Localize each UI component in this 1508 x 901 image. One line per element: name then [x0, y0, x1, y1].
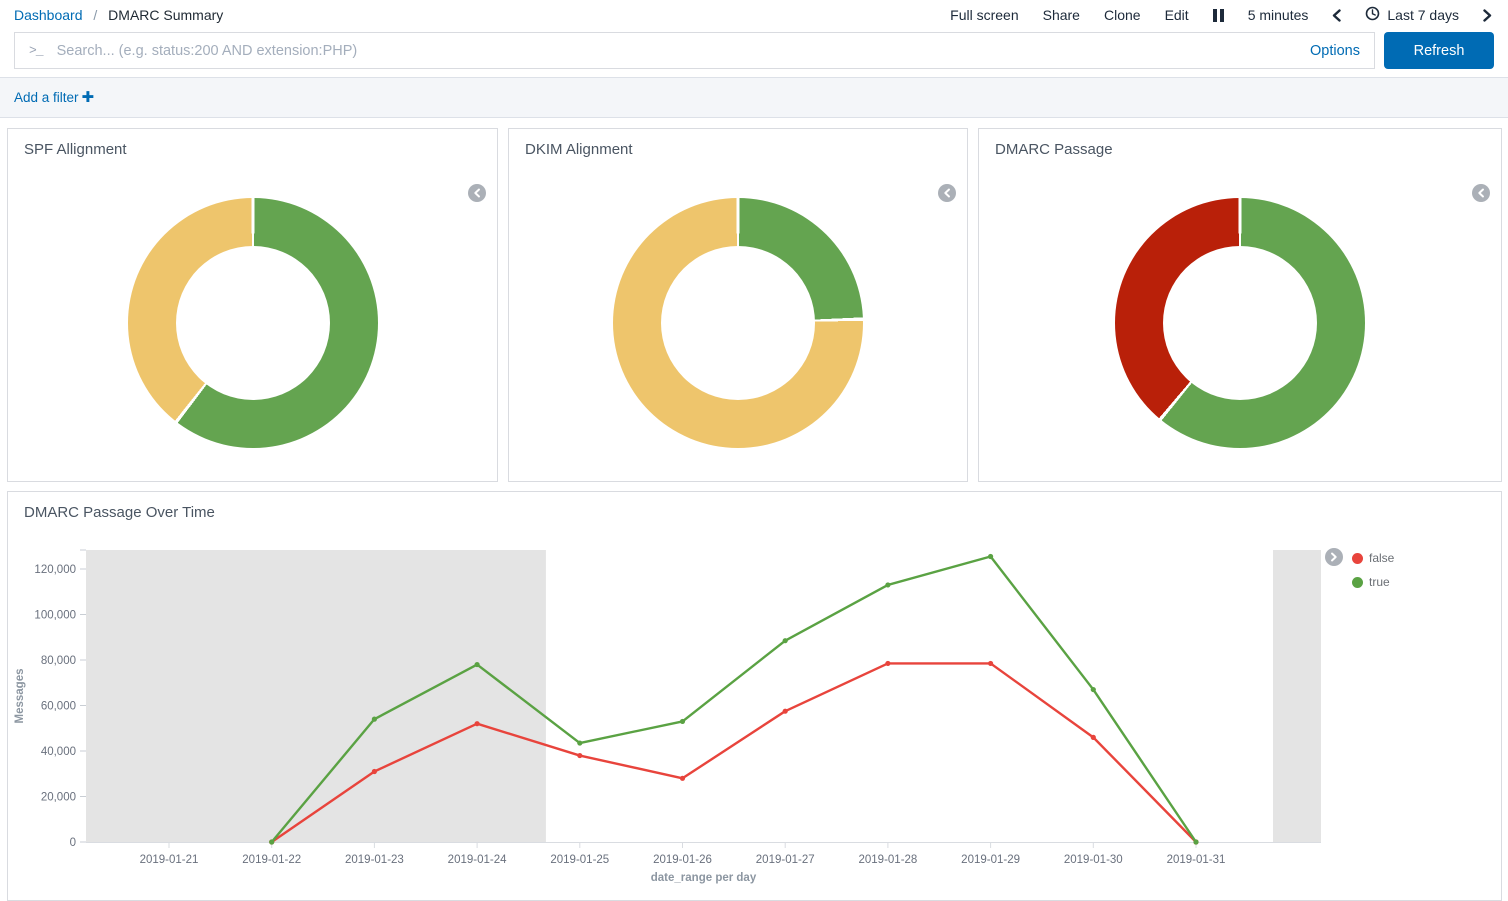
- time-back-button[interactable]: [1332, 9, 1341, 22]
- chart-legend: false true: [1352, 551, 1394, 589]
- full-screen-button[interactable]: Full screen: [950, 7, 1018, 23]
- legend-label: false: [1369, 551, 1394, 565]
- toolbar-menu: Full screen Share Clone Edit 5 minutes L…: [950, 6, 1492, 24]
- svg-text:Messages: Messages: [14, 669, 26, 724]
- clock-icon: [1365, 6, 1380, 24]
- panel-dkim-alignment: DKIM Alignment: [508, 128, 968, 482]
- top-bar: Dashboard / DMARC Summary Full screen Sh…: [0, 0, 1508, 26]
- svg-text:2019-01-26: 2019-01-26: [653, 854, 712, 866]
- panel-title: SPF Allignment: [8, 129, 497, 158]
- collapse-legend-icon[interactable]: [938, 184, 956, 202]
- dashboard-grid: SPF Allignment DKIM Alignment DMARC Pass…: [0, 118, 1508, 901]
- svg-text:80,000: 80,000: [41, 655, 76, 667]
- donut-hole: [176, 246, 330, 400]
- donut-hole: [661, 246, 815, 400]
- panel-title: DMARC Passage: [979, 129, 1501, 158]
- donut-hole: [1163, 246, 1317, 400]
- svg-text:0: 0: [70, 837, 76, 849]
- refresh-interval-button[interactable]: 5 minutes: [1248, 7, 1309, 23]
- svg-text:2019-01-31: 2019-01-31: [1167, 854, 1226, 866]
- svg-text:2019-01-29: 2019-01-29: [961, 854, 1020, 866]
- edit-button[interactable]: Edit: [1165, 7, 1189, 23]
- filter-bar: Add a filter✚: [0, 77, 1508, 118]
- svg-text:2019-01-24: 2019-01-24: [448, 854, 507, 866]
- legend-dot-false: [1352, 553, 1363, 564]
- search-row: >_ Options Refresh: [0, 26, 1508, 77]
- donut-chart-spf[interactable]: [128, 198, 378, 448]
- donut-chart-dkim[interactable]: [613, 198, 863, 448]
- panel-title: DMARC Passage Over Time: [8, 492, 1501, 521]
- refresh-button[interactable]: Refresh: [1384, 32, 1494, 69]
- svg-text:2019-01-23: 2019-01-23: [345, 854, 404, 866]
- svg-text:100,000: 100,000: [34, 610, 76, 622]
- time-range-picker[interactable]: Last 7 days: [1365, 6, 1459, 24]
- svg-text:2019-01-30: 2019-01-30: [1064, 854, 1123, 866]
- clone-button[interactable]: Clone: [1104, 7, 1141, 23]
- chevron-right-icon: [1483, 9, 1492, 22]
- collapse-legend-icon[interactable]: [468, 184, 486, 202]
- breadcrumb: Dashboard / DMARC Summary: [14, 7, 223, 23]
- panel-title: DKIM Alignment: [509, 129, 967, 158]
- pause-icon: [1213, 9, 1224, 22]
- svg-text:2019-01-25: 2019-01-25: [550, 854, 609, 866]
- panel-spf-alignment: SPF Allignment: [7, 128, 498, 482]
- svg-text:2019-01-28: 2019-01-28: [858, 854, 917, 866]
- search-box: >_ Options: [14, 32, 1375, 69]
- options-link[interactable]: Options: [1310, 43, 1360, 59]
- legend-dot-true: [1352, 577, 1363, 588]
- donut-chart-dmarc[interactable]: [1115, 198, 1365, 448]
- time-forward-button[interactable]: [1483, 9, 1492, 22]
- svg-text:120,000: 120,000: [34, 564, 76, 576]
- line-chart: 0 20,000 40,000 60,000 80,000 100,000 120,000 2…: [8, 492, 1501, 900]
- search-input[interactable]: [55, 42, 1310, 60]
- svg-text:date_range per day: date_range per day: [651, 872, 757, 884]
- breadcrumb-dashboard-link[interactable]: Dashboard: [14, 7, 83, 23]
- svg-text:60,000: 60,000: [41, 701, 76, 713]
- expand-legend-icon[interactable]: [1325, 548, 1343, 566]
- time-range-label: Last 7 days: [1387, 7, 1459, 23]
- svg-text:20,000: 20,000: [41, 792, 76, 804]
- svg-text:2019-01-22: 2019-01-22: [242, 854, 301, 866]
- add-filter-button[interactable]: Add a filter✚: [14, 90, 94, 105]
- page-title: DMARC Summary: [108, 7, 223, 23]
- collapse-legend-icon[interactable]: [1472, 184, 1490, 202]
- plus-icon: ✚: [82, 89, 95, 106]
- panel-dmarc-passage: DMARC Passage: [978, 128, 1502, 482]
- add-filter-label: Add a filter: [14, 90, 79, 105]
- pie-panels-row: SPF Allignment DKIM Alignment DMARC Pass…: [7, 128, 1502, 482]
- query-prompt-icon: >_: [29, 43, 43, 58]
- legend-label: true: [1369, 575, 1390, 589]
- breadcrumb-separator: /: [93, 7, 97, 23]
- panel-dmarc-over-time: DMARC Passage Over Time 0 20,000 40,000 60,…: [7, 491, 1502, 901]
- legend-item-false[interactable]: false: [1352, 551, 1394, 565]
- pause-refresh-button[interactable]: [1213, 9, 1224, 22]
- svg-text:2019-01-27: 2019-01-27: [756, 854, 815, 866]
- svg-text:40,000: 40,000: [41, 746, 76, 758]
- svg-text:2019-01-21: 2019-01-21: [140, 854, 199, 866]
- chevron-left-icon: [1332, 9, 1341, 22]
- share-button[interactable]: Share: [1043, 7, 1080, 23]
- legend-item-true[interactable]: true: [1352, 575, 1394, 589]
